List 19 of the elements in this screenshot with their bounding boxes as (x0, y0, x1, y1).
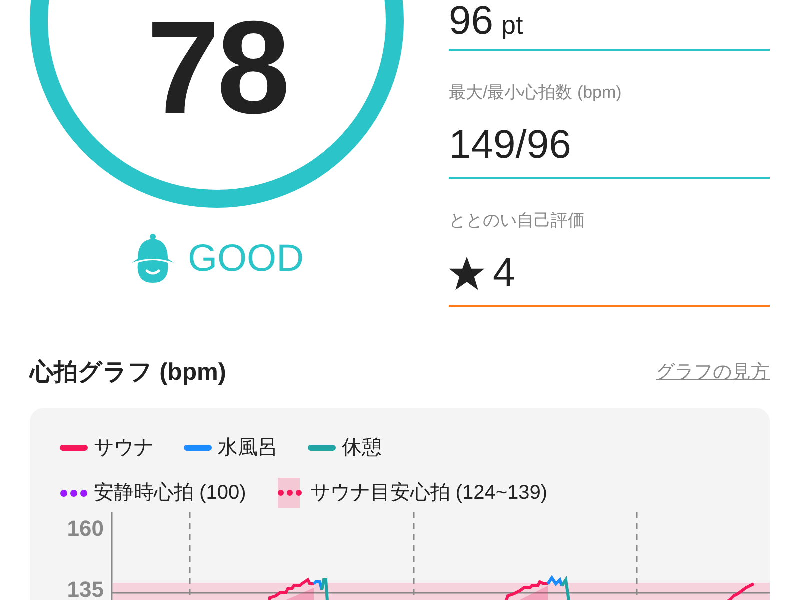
legend-label: サウナ目安心拍 (124~139) (310, 483, 548, 503)
star-icon (449, 257, 485, 291)
legend-label: 休憩 (342, 438, 382, 458)
legend-label: 水風呂 (218, 438, 278, 458)
stat-label: 最大/最小心拍数 (bpm) (449, 82, 623, 104)
legend-label: 安静時心拍 (100) (94, 483, 246, 503)
stat-value: 96 (449, 1, 494, 41)
axis-label: 160 (67, 516, 104, 541)
stat-label: ととのい自己評価 (449, 210, 586, 232)
rating-label: GOOD (188, 240, 304, 278)
legend-label: サウナ (94, 438, 154, 458)
stat-unit: pt (502, 12, 524, 38)
stat-value: 4 (493, 253, 516, 293)
section-title: 心拍グラフ (bpm) (30, 358, 226, 388)
stat-value: 149/96 (449, 125, 572, 165)
score-value: 78 (146, 2, 288, 134)
axis-label: 135 (67, 577, 104, 600)
help-link[interactable]: グラフの見方 (656, 358, 770, 388)
mascot-icon (130, 233, 176, 285)
